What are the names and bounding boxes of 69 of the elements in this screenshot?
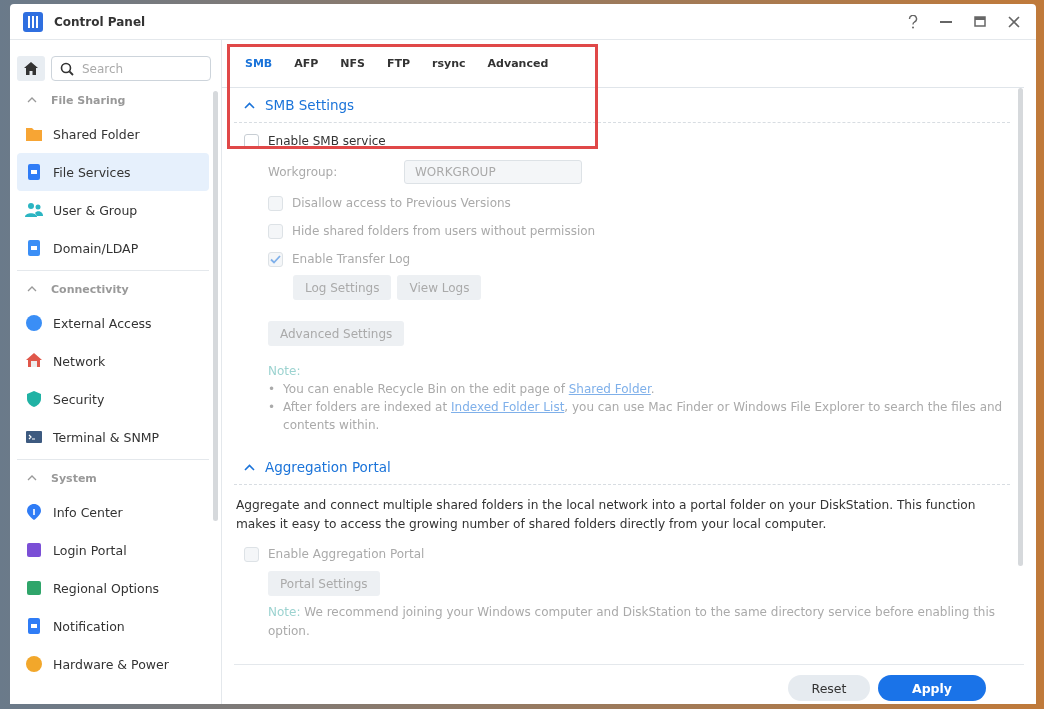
minimize-icon[interactable] — [940, 20, 952, 23]
tab[interactable]: rsync — [421, 49, 477, 78]
sidebar-item[interactable]: Info Center — [17, 493, 209, 531]
sidebar-item[interactable]: Domain/LDAP — [17, 229, 209, 267]
tab[interactable]: FTP — [376, 49, 422, 78]
checkbox[interactable] — [244, 133, 259, 149]
sidebar-item[interactable]: User & Group — [17, 191, 209, 229]
sidebar-item-icon — [25, 163, 43, 181]
apply-button[interactable]: Apply — [878, 675, 986, 701]
sidebar-item[interactable]: Login Portal — [17, 531, 209, 569]
help-icon[interactable] — [908, 14, 918, 29]
description-text: Aggregate and connect multiple shared folders in the local network into a portal folder on your DiskStation. This function makes it easy to access the growing number of shared folders directly from your local computer. — [236, 497, 977, 533]
field-label: Workgroup: — [268, 165, 339, 179]
sidebar-item[interactable]: Security — [17, 380, 209, 418]
sidebar-item[interactable]: External Access — [17, 304, 209, 342]
scrollbar[interactable] — [1018, 88, 1023, 566]
sidebar-item-icon — [25, 541, 43, 559]
sidebar-item[interactable]: Notification — [17, 607, 209, 645]
checkbox-label: Enable SMB service — [268, 134, 386, 148]
sidebar-item-icon — [25, 352, 43, 370]
sidebar-item[interactable]: File Services — [17, 153, 209, 191]
chevron-icon[interactable] — [27, 97, 37, 103]
close-icon[interactable] — [1008, 15, 1020, 28]
section-title: File Sharing — [51, 93, 126, 107]
bullet: • — [268, 381, 276, 398]
tab[interactable]: AFP — [283, 49, 330, 78]
checkbox-label: Hide shared folders from users without permission — [292, 224, 596, 238]
home-button[interactable] — [17, 56, 45, 81]
sidebar-item[interactable]: Terminal & SNMP — [17, 418, 209, 456]
checkbox-label: Enable Aggregation Portal — [268, 547, 425, 561]
section-title: Connectivity — [51, 282, 129, 296]
sidebar-item[interactable]: Shared Folder — [17, 115, 209, 153]
maximize-icon[interactable] — [974, 16, 986, 27]
note-text: You can enable Recycle Bin on the edit page of Shared Folder. — [283, 381, 656, 398]
sidebar-item-icon — [25, 201, 43, 219]
sidebar-item[interactable]: Hardware & Power — [17, 645, 209, 683]
sidebar-item-icon — [25, 503, 43, 521]
checkbox-label: Enable Transfer Log — [292, 252, 411, 266]
app-icon — [22, 10, 44, 33]
scrollbar[interactable] — [213, 91, 218, 521]
section-heading: SMB Settings — [265, 97, 355, 113]
home-icon — [24, 62, 38, 75]
sidebar-item[interactable]: Network — [17, 342, 209, 380]
sidebar-item-icon — [25, 390, 43, 408]
search-field[interactable]: Search — [51, 56, 211, 81]
chevron-icon[interactable] — [27, 286, 37, 292]
tab[interactable]: SMB — [234, 49, 284, 78]
sidebar-item-icon — [25, 579, 43, 597]
section-heading: Aggregation Portal — [265, 459, 391, 475]
chevron-icon[interactable] — [244, 101, 255, 109]
sidebar-item-icon — [25, 428, 43, 446]
chevron-icon[interactable] — [244, 463, 255, 471]
note-text: Note: We recommend joining your Windows computer and DiskStation to the same directory service before enabling this option. — [268, 604, 997, 640]
sidebar-item-icon — [25, 314, 43, 332]
bullet: • — [268, 399, 276, 416]
tab[interactable]: NFS — [329, 49, 376, 78]
sidebar-item-icon — [25, 125, 43, 143]
sidebar-item-icon — [25, 239, 43, 257]
sidebar-item-icon — [25, 617, 43, 635]
reset-button[interactable]: Reset — [788, 675, 870, 701]
window-title: Control Panel — [54, 14, 146, 29]
note-text: After folders are indexed at Indexed Folder List, you can use Mac Finder or Windows File Explorer to search the files and contents within. — [283, 399, 1004, 434]
checkbox-label: Disallow access to Previous Versions — [292, 196, 511, 210]
note-title: Note: — [268, 364, 301, 378]
chevron-icon[interactable] — [27, 475, 37, 481]
section-title: System — [51, 471, 97, 485]
sidebar-item[interactable]: Regional Options — [17, 569, 209, 607]
tab[interactable]: Advanced — [476, 49, 560, 78]
sidebar-item-icon — [25, 655, 43, 673]
